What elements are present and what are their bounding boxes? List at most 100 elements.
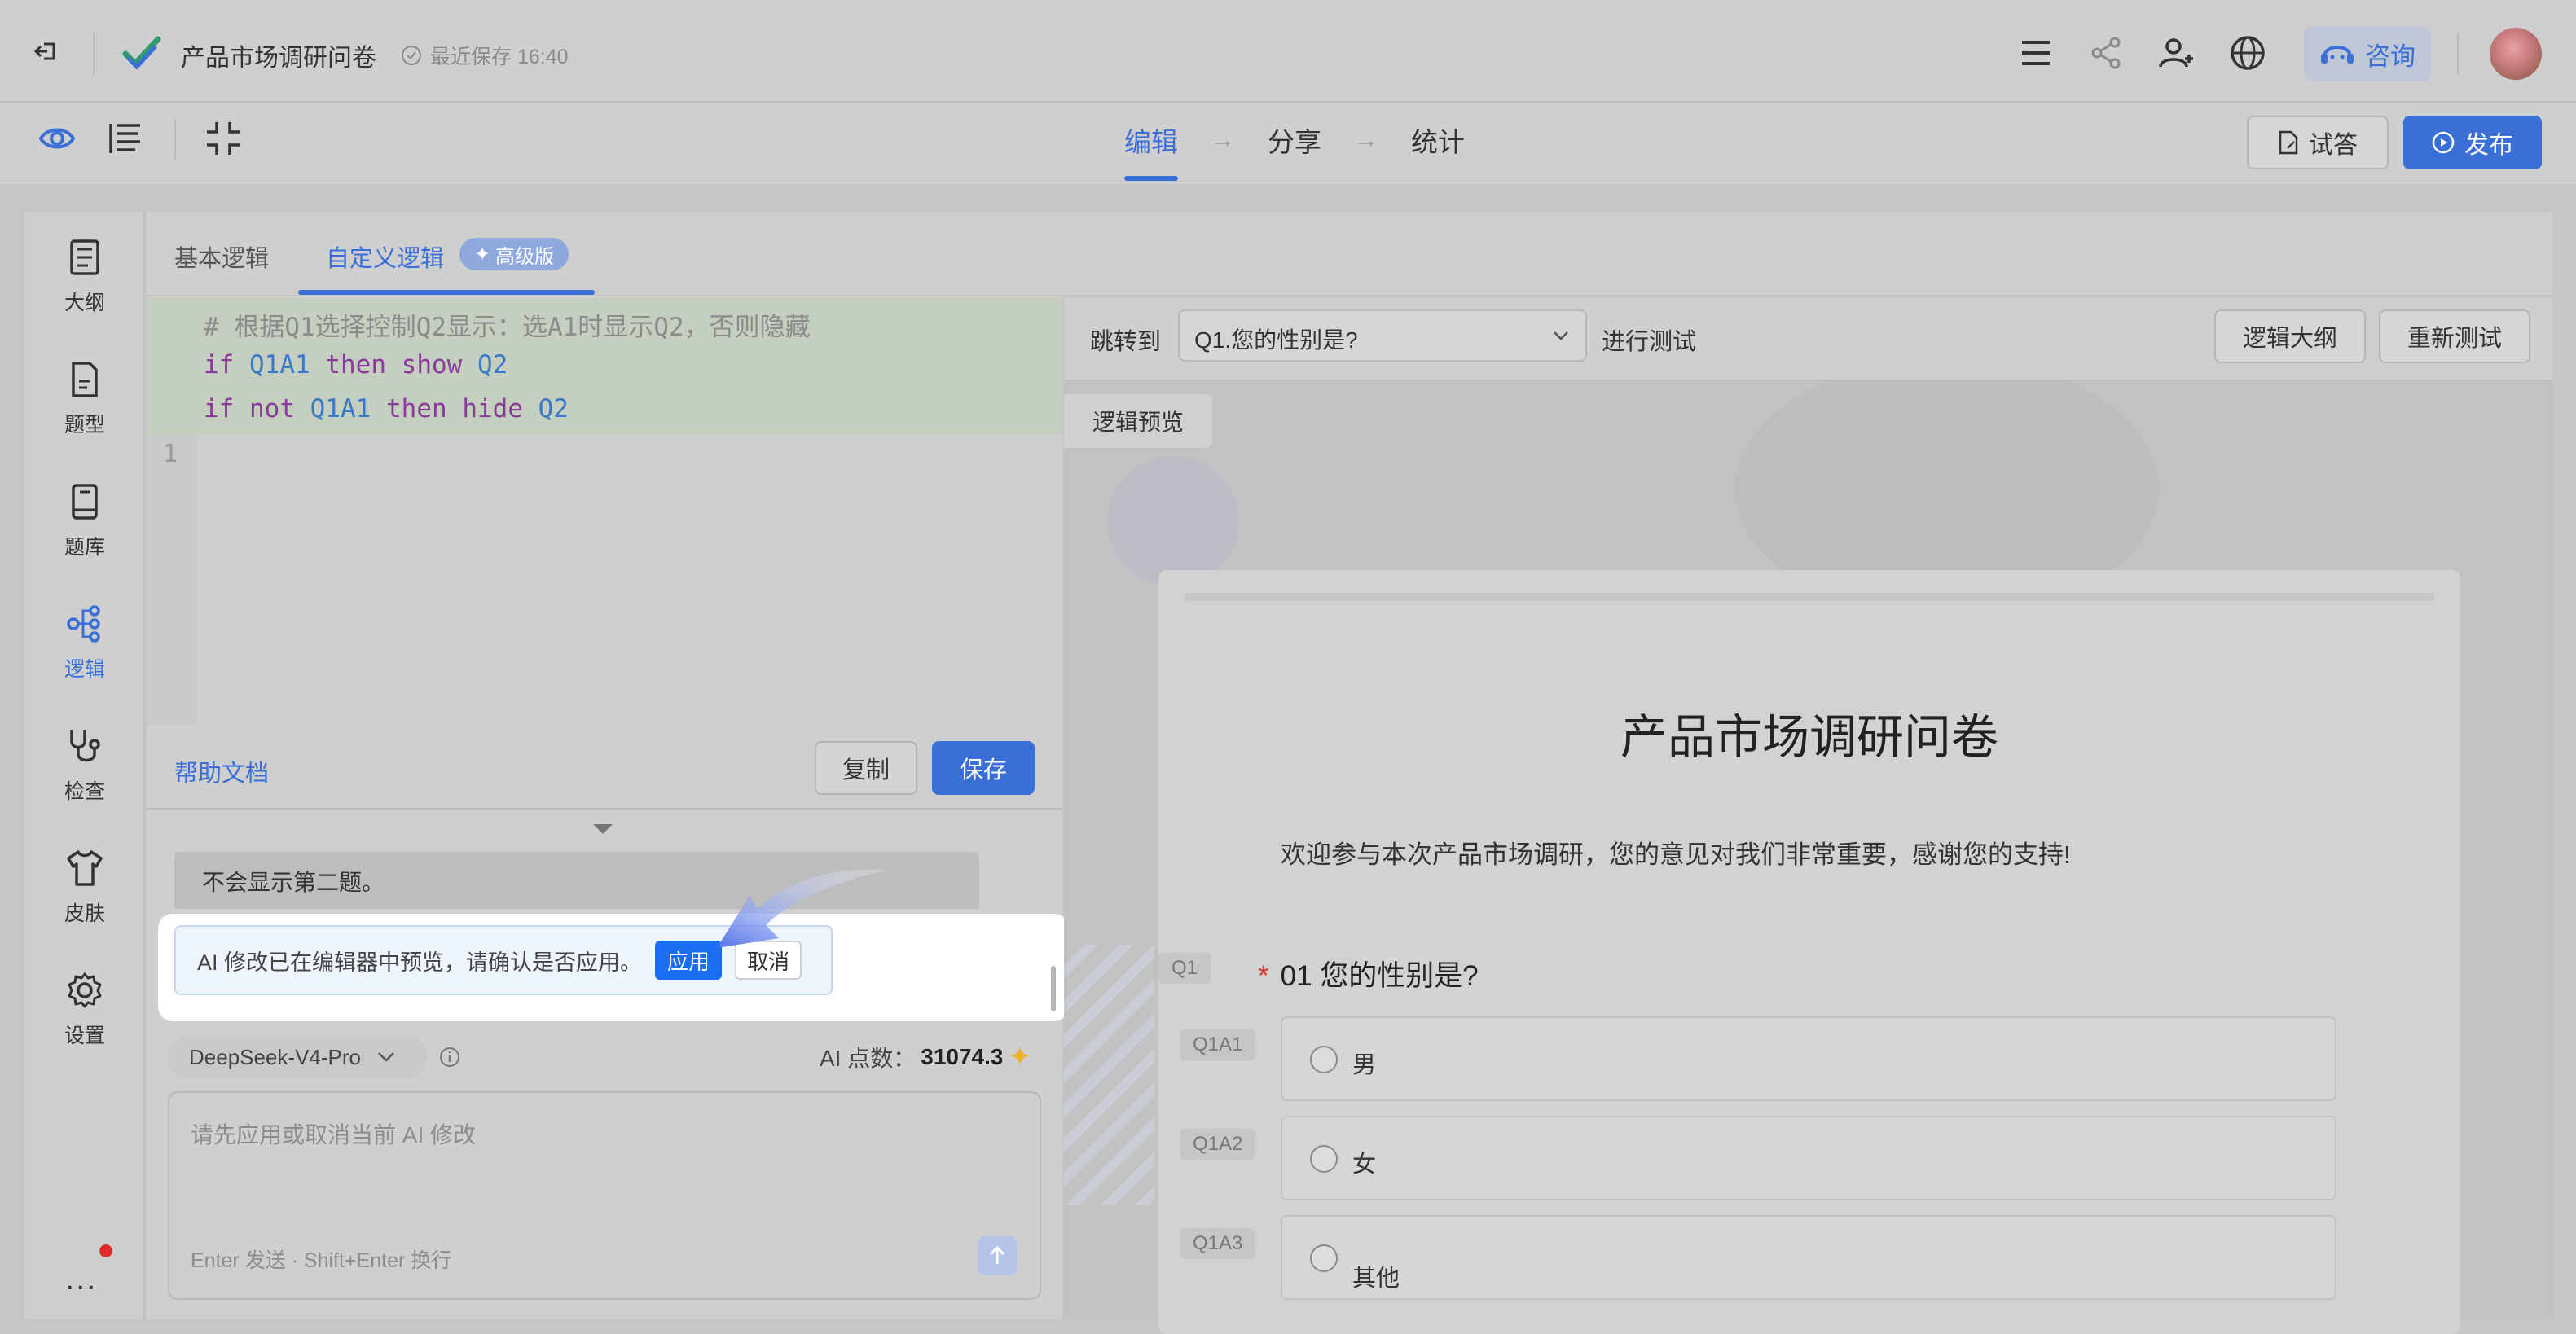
kw-not: not: [249, 394, 295, 423]
save-button[interactable]: 保存: [932, 741, 1035, 795]
chat-input-placeholder: 请先应用或取消当前 AI 修改: [191, 1122, 477, 1148]
sidebar-item-question-type[interactable]: 题型: [24, 350, 145, 448]
tab-basic-logic[interactable]: 基本逻辑: [174, 239, 269, 274]
option-female[interactable]: 女: [1281, 1116, 2336, 1200]
send-button[interactable]: [978, 1236, 1017, 1275]
editor-toolbar: 编辑 → 分享 → 统计 试答 发布: [0, 104, 2576, 182]
exit-icon[interactable]: [33, 37, 60, 65]
required-marker: *: [1258, 960, 1269, 992]
sidebar-item-logic[interactable]: 逻辑: [24, 595, 145, 692]
help-docs-link[interactable]: 帮助文档: [174, 754, 269, 788]
try-answer-button[interactable]: 试答: [2247, 116, 2389, 169]
step-edit[interactable]: 编辑: [1124, 121, 1178, 181]
more-options-button[interactable]: ...: [65, 1261, 97, 1297]
survey-description: 欢迎参与本次产品市场调研，您的意见对我们非常重要，感谢您的支持!: [1281, 840, 2071, 869]
gear-icon: [68, 972, 102, 1008]
outline-list-icon[interactable]: [106, 119, 145, 158]
sparkle-icon: ✦: [1008, 1042, 1031, 1073]
sidebar-item-outline[interactable]: 大纲: [24, 228, 145, 326]
language-globe-icon[interactable]: [2229, 34, 2266, 72]
kw-then: then: [325, 350, 386, 380]
sidebar-item-settings[interactable]: 设置: [24, 961, 145, 1059]
collapse-icon[interactable]: [204, 119, 243, 158]
jump-question-select[interactable]: Q1.您的性别是?: [1178, 309, 1587, 362]
question-tag: Q1: [1158, 953, 1211, 984]
background-decoration: [1064, 945, 1154, 1205]
step-stats[interactable]: 统计: [1411, 121, 1465, 160]
headset-icon: [2321, 46, 2354, 64]
info-icon[interactable]: [438, 1046, 461, 1069]
ai-points-label: AI 点数：: [820, 1046, 917, 1071]
option-label: 女: [1352, 1152, 1377, 1178]
user-avatar[interactable]: [2490, 28, 2542, 80]
collapse-caret-icon[interactable]: [593, 824, 613, 834]
logic-outline-button[interactable]: 逻辑大纲: [2214, 309, 2366, 363]
logic-icon: [67, 605, 100, 643]
chevron-down-icon: [378, 1052, 394, 1062]
save-status: 最近保存 16:40: [401, 41, 569, 70]
sidebar-item-label: 题型: [64, 414, 105, 437]
chat-input[interactable]: 请先应用或取消当前 AI 修改 Enter 发送 · Shift+Enter 换…: [168, 1091, 1041, 1300]
scrollbar[interactable]: [1051, 966, 1056, 1011]
radio-button[interactable]: [1310, 1046, 1338, 1073]
save-status-text: 最近保存 16:40: [430, 46, 569, 68]
question-bank-icon: [72, 484, 98, 520]
workflow-steps: 编辑 → 分享 → 统计: [1124, 121, 1465, 181]
tab-custom-logic[interactable]: 自定义逻辑: [326, 239, 444, 274]
copy-button[interactable]: 复制: [815, 741, 917, 795]
question-title: * 01 您的性别是?: [1258, 953, 1479, 994]
option-label: 其他: [1352, 1266, 1400, 1292]
option-male[interactable]: 男: [1281, 1016, 2336, 1101]
model-selector[interactable]: DeepSeek-V4-Pro: [168, 1036, 427, 1078]
stethoscope-icon: [70, 730, 100, 762]
kw-action: hide: [462, 394, 523, 423]
survey-name[interactable]: 产品市场调研问卷: [181, 37, 376, 73]
radio-button[interactable]: [1310, 1244, 1338, 1272]
consult-button[interactable]: 咨询: [2304, 26, 2431, 81]
option-tag: Q1A2: [1180, 1129, 1256, 1160]
sidebar-item-skin[interactable]: 皮肤: [24, 839, 145, 937]
sidebar-item-label: 检查: [64, 780, 105, 803]
jump-select-value: Q1.您的性别是?: [1194, 327, 1358, 353]
option-tag: Q1A3: [1180, 1228, 1256, 1259]
active-tab-indicator: [298, 290, 595, 295]
menu-icon[interactable]: [2017, 34, 2055, 72]
step-share[interactable]: 分享: [1268, 121, 1321, 160]
pro-badge-label: 高级版: [495, 245, 555, 268]
arrow-right-icon: →: [1354, 126, 1378, 153]
sidebar-item-label: 题库: [64, 536, 105, 559]
kw-if: if: [204, 394, 235, 423]
chat-input-hint: Enter 发送 · Shift+Enter 换行: [191, 1249, 452, 1272]
target-id: Q2: [538, 394, 569, 423]
divider: [147, 808, 1062, 810]
survey-header-bar: [1185, 593, 2434, 601]
background-decoration: [1108, 456, 1238, 586]
logic-preview-tag: 逻辑预览: [1064, 394, 1212, 448]
retest-button[interactable]: 重新测试: [2379, 309, 2530, 363]
divider: [2457, 33, 2459, 75]
publish-button[interactable]: 发布: [2403, 116, 2542, 169]
sidebar-item-question-bank[interactable]: 题库: [24, 472, 145, 570]
eye-icon[interactable]: [37, 119, 77, 158]
ai-notice-text: AI 修改已在编辑器中预览，请确认是否应用。: [197, 950, 643, 975]
radio-button[interactable]: [1310, 1145, 1338, 1173]
pro-badge: ✦ 高级版: [459, 238, 569, 270]
code-line-1: if Q1A1 then show Q2: [204, 350, 508, 380]
share-icon[interactable]: [2087, 34, 2125, 72]
chevron-down-icon: [1554, 331, 1568, 340]
question-text: 01 您的性别是?: [1280, 960, 1479, 992]
target-id: Q2: [477, 350, 508, 380]
question-type-icon: [72, 362, 98, 397]
arrow-up-icon: [989, 1245, 1005, 1264]
option-other[interactable]: 其他: [1281, 1215, 2336, 1300]
top-bar: 产品市场调研问卷 最近保存 16:40 咨询: [0, 0, 2576, 103]
add-user-icon[interactable]: [2157, 34, 2195, 72]
survey-title: 产品市场调研问卷: [1620, 711, 1998, 764]
cond-id: Q1A1: [310, 394, 371, 423]
jump-label: 跳转到: [1090, 329, 1162, 355]
sidebar-item-label: 设置: [64, 1025, 105, 1047]
sidebar-item-check[interactable]: 检查: [24, 717, 145, 814]
sparkle-icon: ✦: [473, 243, 491, 265]
sidebar-item-label: 皮肤: [64, 902, 105, 925]
check-circle-icon: [402, 46, 421, 65]
